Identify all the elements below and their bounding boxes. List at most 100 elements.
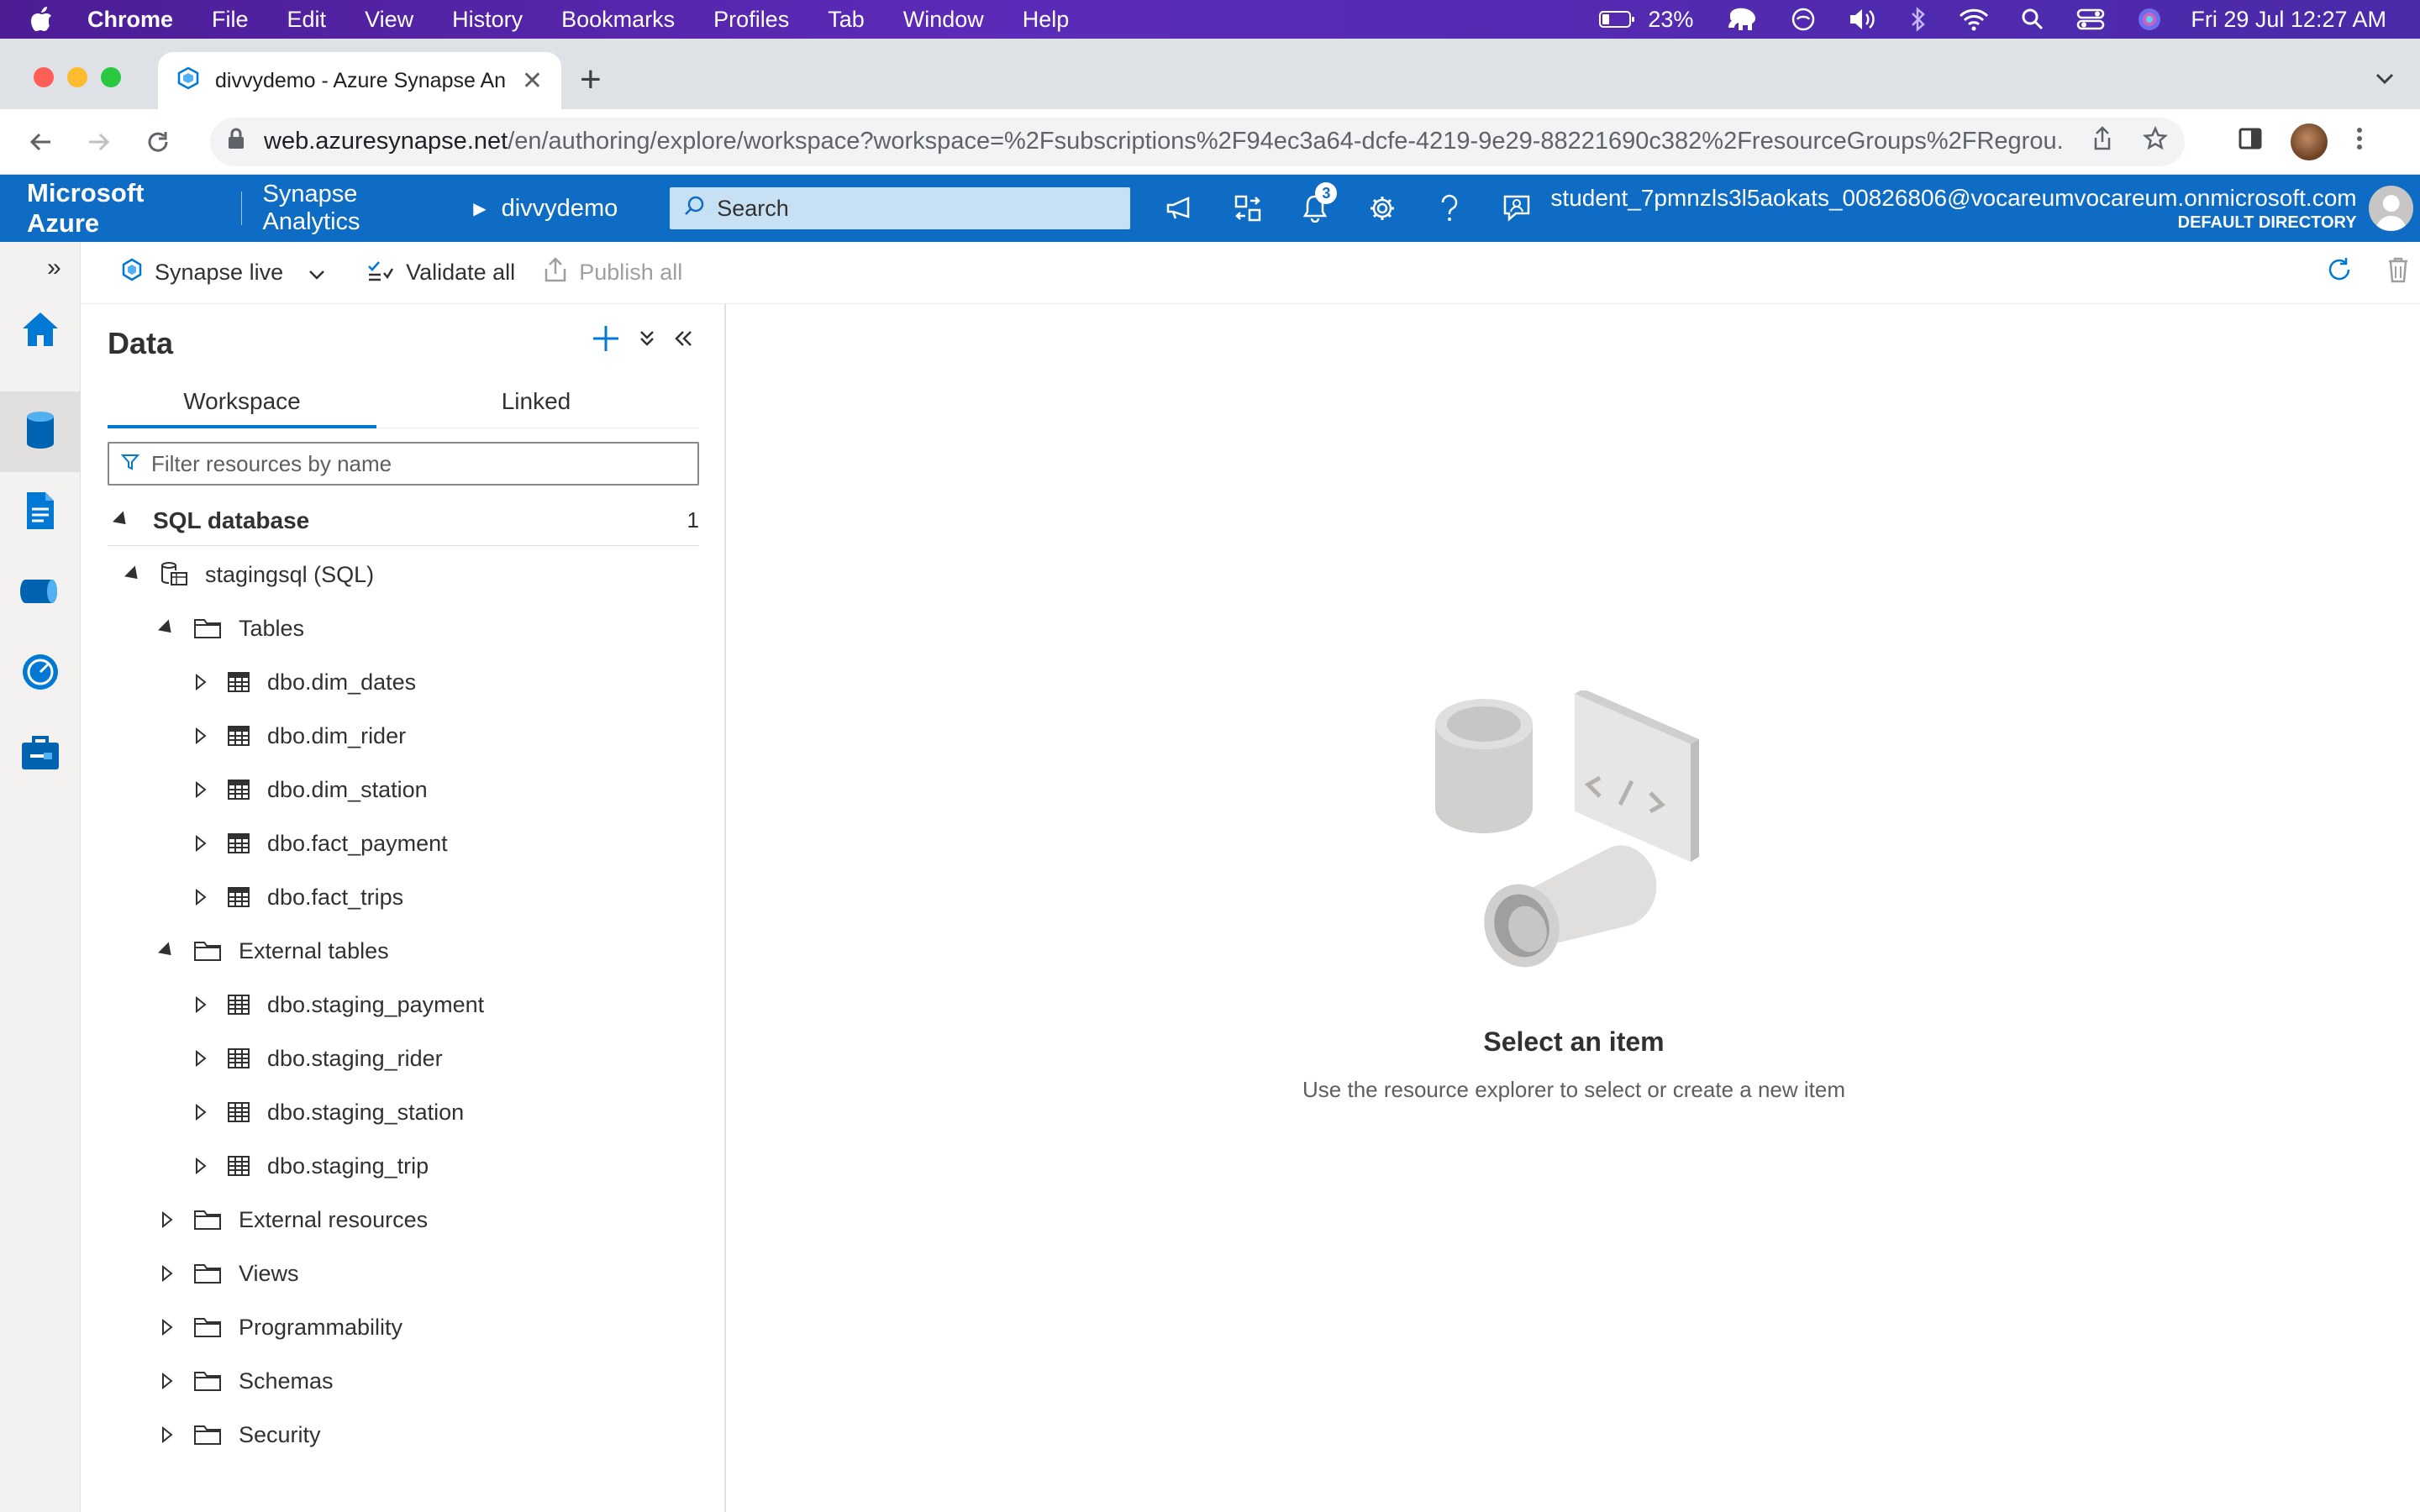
expanded-caret-icon[interactable] [158,619,176,638]
spotlight-search-icon[interactable] [2021,8,2044,31]
manage-hub-icon[interactable] [20,732,60,773]
table-row[interactable]: dbo.staging_payment [192,981,484,1028]
table-row[interactable]: dbo.fact_payment [192,820,448,867]
breadcrumb-workspace[interactable]: divvydemo [502,195,618,223]
table-row[interactable]: dbo.staging_trip [192,1142,429,1189]
menu-history[interactable]: History [452,7,523,33]
announcements-icon[interactable] [1147,196,1214,221]
menu-edit[interactable]: Edit [287,7,327,33]
collapsed-caret-icon[interactable] [192,727,210,744]
collapsed-caret-icon[interactable] [192,1158,210,1174]
filter-resources-input[interactable]: Filter resources by name [108,442,699,486]
collapsed-caret-icon[interactable] [192,1050,210,1067]
app-menu-chrome[interactable]: Chrome [87,7,173,33]
feedback-icon[interactable] [1483,194,1550,223]
integrate-hub-icon[interactable] [20,571,60,612]
synapse-live-dropdown[interactable]: Synapse live [121,258,325,287]
menu-view[interactable]: View [365,7,413,33]
hide-panel-icon[interactable] [674,329,694,348]
profile-avatar[interactable] [2291,123,2328,160]
control-center-icon[interactable] [2076,8,2105,31]
help-icon[interactable] [1416,194,1483,223]
azure-search-box[interactable]: Search [670,187,1131,229]
validate-all-button[interactable]: Validate all [367,258,515,287]
menu-window[interactable]: Window [903,7,984,33]
tab-linked[interactable]: Linked [402,381,671,428]
collapsed-caret-icon[interactable] [158,1426,176,1443]
collapsed-caret-icon[interactable] [158,1319,176,1336]
breadcrumb-service[interactable]: Synapse Analytics [262,181,458,236]
back-arrow-icon[interactable] [22,130,59,154]
share-icon[interactable] [2092,125,2112,158]
browser-tab-active[interactable]: divvydemo - Azure Synapse An ✕ [158,52,561,109]
table-row[interactable]: dbo.dim_dates [192,659,416,706]
home-icon[interactable] [20,309,60,349]
notifications-bell-icon[interactable]: 3 [1281,182,1349,223]
menu-tab[interactable]: Tab [828,7,865,33]
collapsed-caret-icon[interactable] [158,1211,176,1228]
tree-item-tables-folder[interactable]: Tables [158,605,304,652]
collapsed-caret-icon[interactable] [192,1104,210,1121]
apple-icon[interactable] [30,6,64,33]
tree-item-schemas-folder[interactable]: Schemas [158,1357,334,1404]
tree-item-database[interactable]: stagingsql (SQL) [124,551,374,598]
tree-item-views-folder[interactable]: Views [158,1250,299,1297]
discard-all-icon[interactable] [2386,256,2410,289]
url-text[interactable]: web.azuresynapse.net/en/authoring/explor… [264,128,2062,155]
refresh-icon[interactable] [2326,256,2353,289]
menu-bookmarks[interactable]: Bookmarks [561,7,675,33]
switch-directory-icon[interactable] [1214,194,1281,223]
collapsed-caret-icon[interactable] [192,996,210,1013]
tree-item-external-tables-folder[interactable]: External tables [158,927,389,974]
bluetooth-icon[interactable] [1910,7,1927,32]
reload-icon[interactable] [139,129,176,155]
user-avatar-icon[interactable] [2368,186,2413,231]
tree-item-security-folder[interactable]: Security [158,1411,321,1458]
new-tab-icon[interactable]: + [580,59,602,101]
sql-database-section-header[interactable]: SQL database 1 [108,496,699,546]
close-window-button[interactable] [34,67,54,87]
side-panel-icon[interactable] [2238,127,2262,157]
wifi-icon[interactable] [1959,8,1989,31]
expand-nav-icon[interactable]: » [47,254,61,282]
monitor-hub-icon[interactable] [20,652,60,692]
expanded-caret-icon[interactable] [158,942,176,960]
collapsed-caret-icon[interactable] [158,1373,176,1389]
bookmark-star-icon[interactable] [2142,125,2169,158]
menu-profiles[interactable]: Profiles [713,7,789,33]
account-info[interactable]: student_7pmnzls3l5aokats_00826806@vocare… [1550,185,2356,233]
close-tab-icon[interactable]: ✕ [522,66,543,96]
publish-all-button[interactable]: Publish all [544,257,682,288]
volume-icon[interactable] [1848,7,1878,32]
collapsed-caret-icon[interactable] [158,1265,176,1282]
collapsed-caret-icon[interactable] [192,835,210,852]
forward-arrow-icon[interactable] [81,130,118,154]
focus-icon[interactable] [1791,7,1816,32]
collapse-all-icon[interactable] [639,329,655,348]
tree-item-external-resources-folder[interactable]: External resources [158,1196,428,1243]
siri-icon[interactable] [2137,7,2162,32]
menu-clock[interactable]: Fri 29 Jul 12:27 AM [2191,7,2386,33]
tab-search-chevron-icon[interactable] [2375,64,2395,92]
settings-gear-icon[interactable] [1349,194,1416,223]
add-resource-plus-icon[interactable] [592,324,620,353]
collapsed-caret-icon[interactable] [192,889,210,906]
table-row[interactable]: dbo.staging_rider [192,1035,443,1082]
menu-file[interactable]: File [212,7,249,33]
battery-icon[interactable] [1599,10,1636,29]
collapsed-caret-icon[interactable] [192,781,210,798]
url-bar[interactable]: web.azuresynapse.net/en/authoring/explor… [210,117,2185,166]
collapsed-caret-icon[interactable] [192,674,210,690]
elephant-app-icon[interactable] [1725,7,1759,32]
chrome-menu-icon[interactable] [2356,127,2363,157]
lock-icon[interactable] [227,127,245,157]
table-row[interactable]: dbo.staging_station [192,1089,464,1136]
menu-help[interactable]: Help [1023,7,1070,33]
azure-brand[interactable]: Microsoft Azure [27,178,221,239]
tab-workspace[interactable]: Workspace [108,381,376,428]
data-hub-icon[interactable] [20,410,60,450]
table-row[interactable]: dbo.fact_trips [192,874,403,921]
zoom-window-button[interactable] [101,67,121,87]
expanded-caret-icon[interactable] [124,565,143,584]
table-row[interactable]: dbo.dim_rider [192,712,406,759]
